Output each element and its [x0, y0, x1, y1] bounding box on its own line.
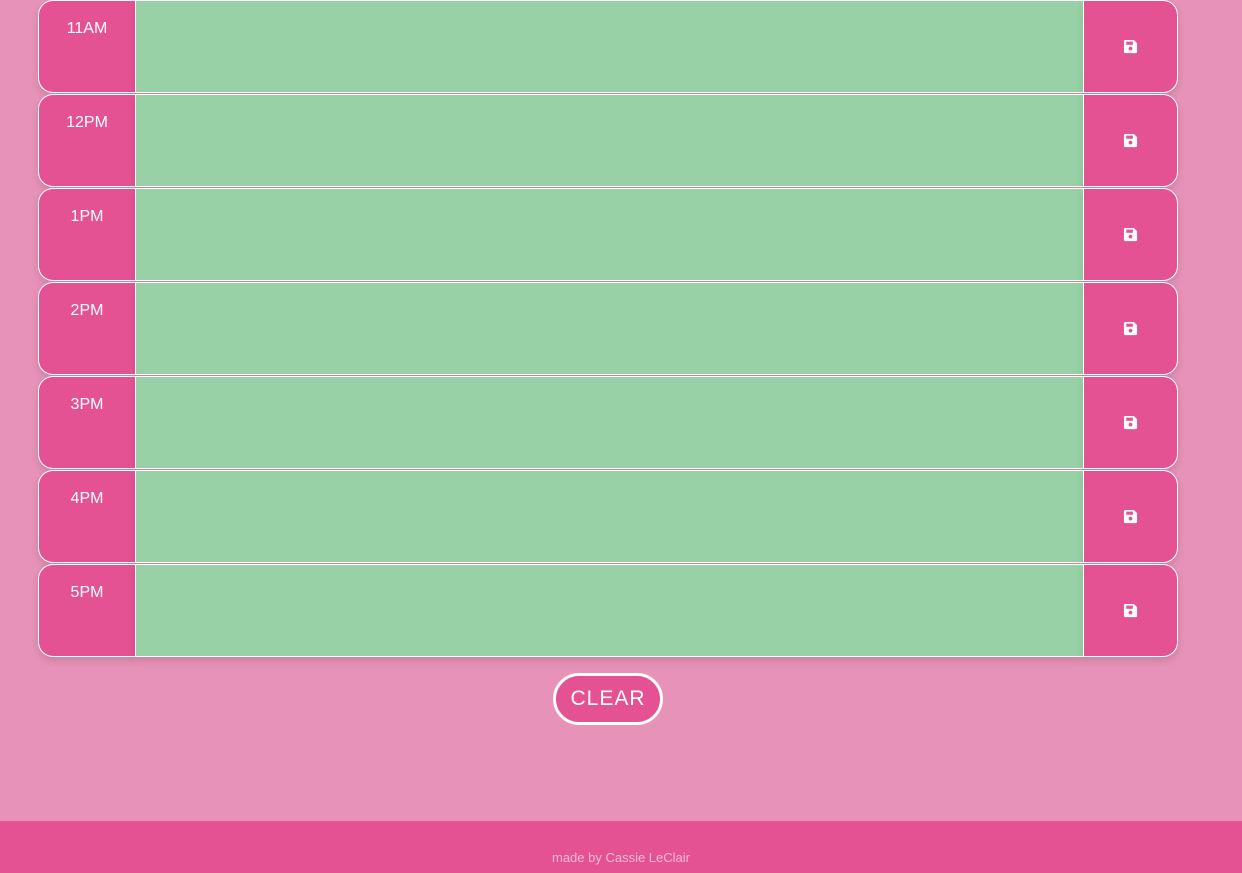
floppy-disk-icon	[1123, 603, 1138, 618]
event-description-input[interactable]	[135, 376, 1083, 469]
time-block-11am: 11AM	[38, 0, 1178, 94]
save-button[interactable]	[1083, 0, 1178, 93]
event-description-input[interactable]	[135, 188, 1083, 281]
time-block-12pm: 12PM	[38, 94, 1178, 188]
time-block-1pm: 1PM	[38, 188, 1178, 282]
hour-label: 5PM	[38, 564, 135, 657]
hour-label: 12PM	[38, 94, 135, 187]
save-button[interactable]	[1083, 94, 1178, 187]
floppy-disk-icon	[1123, 227, 1138, 242]
floppy-disk-icon	[1123, 509, 1138, 524]
schedule-container: 11AM 12PM 1PM 2PM 3PM 4PM 5PM	[38, 0, 1178, 658]
event-description-input[interactable]	[135, 564, 1083, 657]
floppy-disk-icon	[1123, 321, 1138, 336]
event-description-input[interactable]	[135, 94, 1083, 187]
save-button[interactable]	[1083, 282, 1178, 375]
hour-label: 2PM	[38, 282, 135, 375]
time-block-2pm: 2PM	[38, 282, 1178, 376]
save-button[interactable]	[1083, 564, 1178, 657]
hour-label: 11AM	[38, 0, 135, 93]
save-button[interactable]	[1083, 470, 1178, 563]
event-description-input[interactable]	[135, 0, 1083, 93]
time-block-5pm: 5PM	[38, 564, 1178, 658]
hour-label: 4PM	[38, 470, 135, 563]
clear-button[interactable]: CLEAR	[553, 673, 663, 725]
event-description-input[interactable]	[135, 282, 1083, 375]
time-block-4pm: 4PM	[38, 470, 1178, 564]
hour-label: 1PM	[38, 188, 135, 281]
floppy-disk-icon	[1123, 133, 1138, 148]
save-button[interactable]	[1083, 376, 1178, 469]
footer: made by Cassie LeClair	[0, 821, 1242, 873]
hour-label: 3PM	[38, 376, 135, 469]
event-description-input[interactable]	[135, 470, 1083, 563]
floppy-disk-icon	[1123, 415, 1138, 430]
save-button[interactable]	[1083, 188, 1178, 281]
floppy-disk-icon	[1123, 39, 1138, 54]
time-block-3pm: 3PM	[38, 376, 1178, 470]
footer-credit: made by Cassie LeClair	[551, 850, 690, 865]
